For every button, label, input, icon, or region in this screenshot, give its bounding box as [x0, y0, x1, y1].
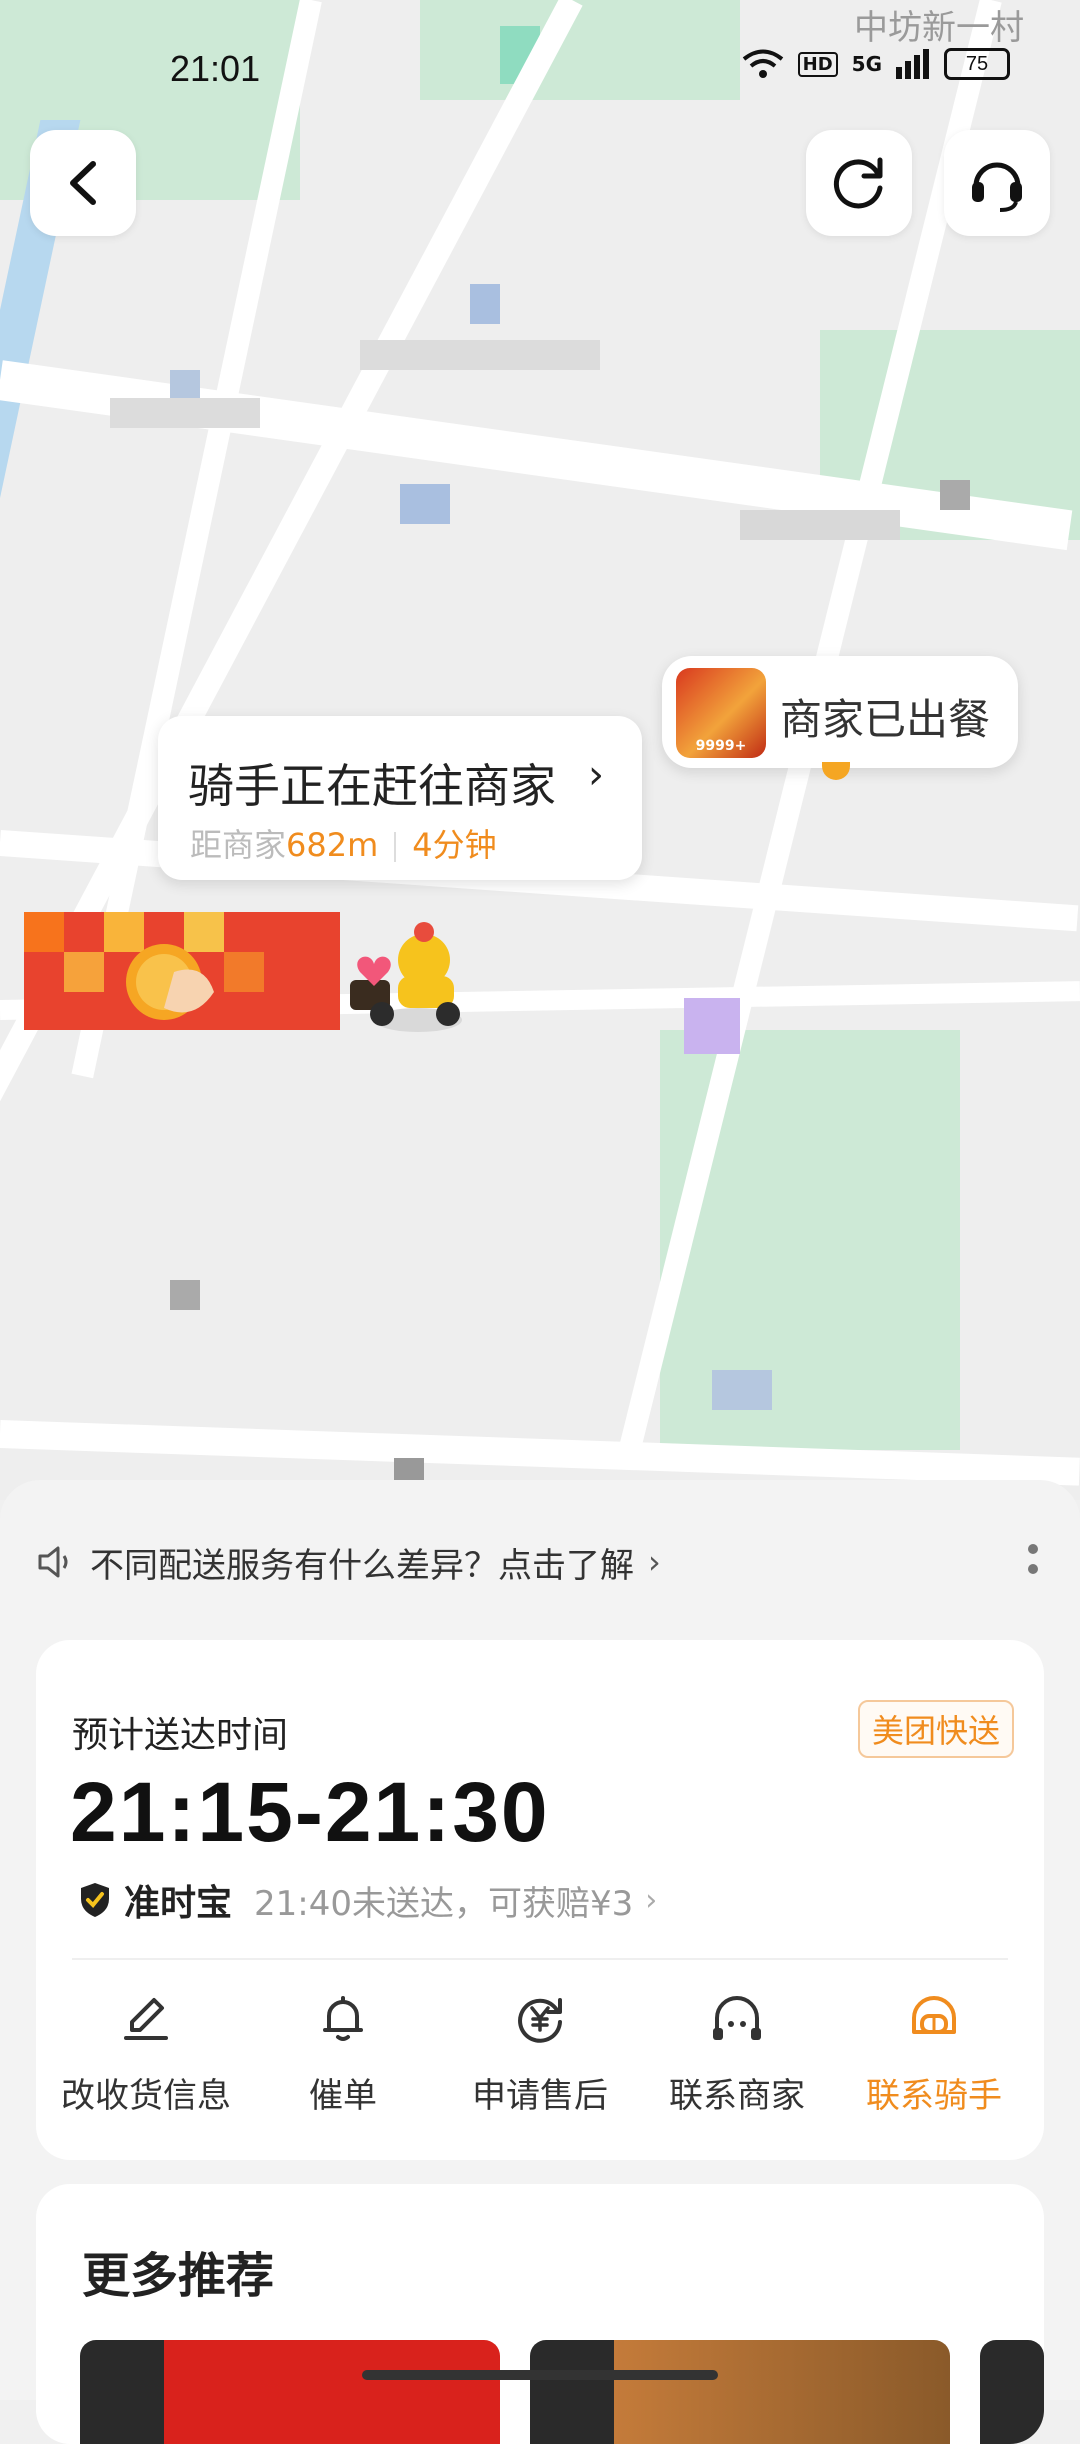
after-sales-button[interactable]: 申请售后 — [444, 1990, 636, 2130]
status-time: 21:01 — [170, 48, 261, 89]
map-blur — [400, 484, 450, 524]
rider-contact-icon — [912, 1996, 956, 2034]
service-badge: 美团快送 — [857, 1700, 1014, 1758]
notice-text: 不同配送服务有什么差异？点击了解 — [90, 1545, 634, 1586]
delivery-map[interactable]: 骑手正在赶往商家 › 距商家682m 4分钟 9999+ 商家已出餐 — [0, 0, 1080, 1500]
chevron-right-icon: › — [648, 1543, 661, 1581]
recommendation-item[interactable] — [80, 2340, 500, 2444]
battery-icon: 75 — [944, 48, 1010, 80]
ontime-name: 准时宝 — [124, 1883, 233, 1924]
chevron-right-icon: › — [645, 1882, 658, 1918]
store-contact-icon — [713, 1996, 761, 2040]
more-options-icon[interactable] — [1028, 1544, 1040, 1574]
map-blur — [170, 370, 200, 400]
urge-order-button[interactable]: 催单 — [247, 1990, 439, 2130]
headset-icon — [972, 162, 1022, 212]
ontime-guarantee[interactable]: 准时宝 21:40未送达，可获赔¥3 › — [78, 1874, 657, 1926]
action-label: 联系商家 — [669, 2076, 805, 2116]
eta-label: 预计送达时间 — [72, 1715, 289, 1756]
map-blur — [470, 284, 500, 324]
home-indicator[interactable] — [362, 2370, 718, 2380]
back-button[interactable] — [30, 130, 136, 236]
rider-distance-line: 距商家682m 4分钟 — [190, 820, 497, 866]
yuan-refund-icon — [518, 1998, 562, 2043]
action-label: 申请售后 — [472, 2076, 608, 2116]
recommendation-item[interactable] — [530, 2340, 950, 2444]
action-row: 改收货信息 催单 申请售后 联系商家 联系骑手 — [36, 1990, 1044, 2130]
speaker-icon — [38, 1546, 68, 1578]
hd-icon: HD — [797, 51, 838, 77]
rider-status-title: 骑手正在赶往商家 — [188, 759, 556, 813]
map-blur — [712, 1370, 772, 1410]
promo-graphic — [24, 912, 340, 1030]
contact-merchant-button[interactable]: 联系商家 — [641, 1990, 833, 2130]
recommendation-item[interactable] — [980, 2340, 1044, 2444]
back-arrow-icon — [70, 161, 96, 205]
promo-banner[interactable] — [24, 912, 340, 1030]
divider — [72, 1958, 1008, 1960]
contact-rider-button[interactable]: 联系骑手 — [838, 1990, 1030, 2130]
shield-check-icon — [81, 1883, 109, 1917]
action-label: 改收货信息 — [61, 2076, 231, 2116]
customer-service-button[interactable] — [944, 130, 1050, 236]
map-blur — [170, 1280, 200, 1310]
distance-label: 距商家 — [190, 826, 287, 864]
ontime-desc: 21:40未送达，可获赔¥3 — [254, 1883, 634, 1924]
status-icons: HD 5G 75 — [742, 48, 1010, 80]
map-blur — [740, 510, 900, 540]
merchant-pin-icon — [822, 762, 850, 780]
network-type: 5G — [851, 52, 882, 76]
map-blur — [684, 998, 740, 1054]
refresh-button[interactable] — [806, 130, 912, 236]
edit-pen-icon — [124, 1998, 168, 2040]
delivery-info-card: 预计送达时间 美团快送 21:15-21:30 准时宝 21:40未送达，可获赔… — [36, 1640, 1044, 2160]
signal-icon — [896, 49, 929, 79]
battery-level: 75 — [965, 52, 989, 75]
merchant-status-bubble[interactable]: 9999+ 商家已出餐 — [662, 656, 1018, 768]
delivery-notice[interactable]: 不同配送服务有什么差异？点击了解 › — [36, 1536, 661, 1588]
map-blur — [360, 340, 600, 370]
map-blur — [940, 480, 970, 510]
merchant-food-thumbnail: 9999+ — [676, 668, 766, 758]
divider — [394, 832, 397, 862]
rider-scooter-icon — [350, 922, 462, 1032]
action-label: 联系骑手 — [866, 2076, 1002, 2116]
recommendation-title: 更多推荐 — [82, 2248, 275, 2304]
eta-time: 21:15-21:30 — [70, 1765, 550, 1859]
merchant-status-text: 商家已出餐 — [780, 695, 991, 744]
action-label: 催单 — [309, 2076, 377, 2116]
map-place-label: 中坊新一村 — [854, 8, 1024, 48]
recommendation-section: 更多推荐 — [36, 2184, 1044, 2444]
wifi-icon — [742, 49, 783, 78]
rider-status-bubble[interactable]: 骑手正在赶往商家 › 距商家682m 4分钟 — [158, 716, 642, 880]
map-blur — [110, 398, 260, 428]
edit-address-button[interactable]: 改收货信息 — [50, 1990, 242, 2130]
bell-icon — [323, 1996, 363, 2041]
chevron-right-icon: › — [588, 752, 604, 798]
eta-minutes: 4分钟 — [412, 826, 497, 864]
distance-value: 682m — [286, 826, 379, 864]
park-area — [660, 1030, 960, 1450]
refresh-icon — [833, 157, 883, 209]
park-area — [420, 0, 740, 100]
thumbnail-badge: 9999+ — [695, 738, 747, 754]
